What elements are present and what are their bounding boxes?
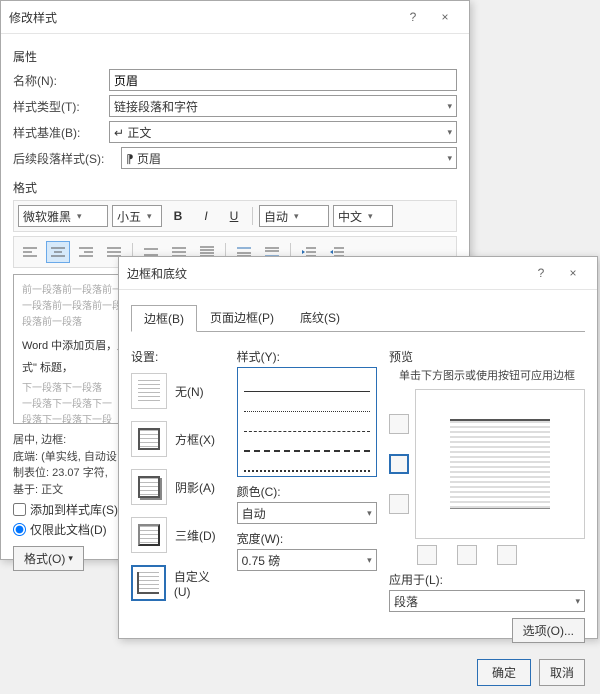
chevron-down-icon: ▾ [447, 153, 452, 164]
follow-value: ⁋ 页眉 [126, 150, 161, 167]
custom-icon [131, 565, 166, 601]
shadow-icon [131, 469, 167, 505]
type-label: 样式类型(T): [13, 98, 101, 115]
font-name-select[interactable]: 微软雅黑▾ [18, 205, 108, 227]
format-label: 格式 [13, 179, 457, 196]
line-style-option[interactable] [244, 378, 370, 392]
align-center-button[interactable] [46, 241, 70, 263]
color-label: 颜色(C): [237, 483, 377, 500]
apply-to-select[interactable]: 段落▾ [389, 590, 585, 612]
border-bottom-toggle[interactable] [389, 494, 409, 514]
font-color-select[interactable]: 自动▾ [259, 205, 329, 227]
setting-box[interactable]: 方框(X) [131, 421, 225, 457]
line-style-option[interactable] [244, 438, 370, 452]
add-to-lib-checkbox[interactable] [13, 503, 26, 516]
chevron-down-icon: ▾ [367, 555, 372, 566]
modify-titlebar: 修改样式 ? × [1, 1, 469, 34]
line-style-option[interactable] [244, 398, 370, 412]
help-button[interactable]: ? [525, 263, 557, 283]
chevron-down-icon: ▾ [447, 127, 452, 138]
setting-3d[interactable]: 三维(D) [131, 517, 225, 553]
chevron-down-icon: ▾ [575, 596, 580, 607]
align-right-button[interactable] [74, 241, 98, 263]
underline-button[interactable]: U [222, 205, 246, 227]
border-left-toggle[interactable] [417, 545, 437, 565]
none-icon [131, 373, 167, 409]
border-title: 边框和底纹 [127, 265, 525, 282]
box-icon [131, 421, 167, 457]
lang-select[interactable]: 中文▾ [333, 205, 393, 227]
border-top-toggle[interactable] [389, 414, 409, 434]
setting-custom[interactable]: 自定义(U) [131, 565, 225, 601]
tab-shading[interactable]: 底纹(S) [287, 304, 353, 331]
border-body: 边框(B) 页面边框(P) 底纹(S) 设置: 无(N) 方框(X) 阴影(A) [119, 290, 597, 651]
type-select[interactable]: 链接段落和字符 ▾ [109, 95, 457, 117]
chevron-down-icon: ▾ [294, 211, 299, 222]
bold-button[interactable]: B [166, 205, 190, 227]
border-right-toggle[interactable] [497, 545, 517, 565]
style-label: 样式(Y): [237, 348, 377, 365]
line-style-option[interactable] [244, 418, 370, 432]
tab-borders[interactable]: 边框(B) [131, 305, 197, 332]
base-value: ↵ 正文 [114, 124, 151, 141]
format-menu-button[interactable]: 格式(O)▾ [13, 546, 84, 571]
type-value: 链接段落和字符 [114, 98, 198, 115]
border-shading-dialog: 边框和底纹 ? × 边框(B) 页面边框(P) 底纹(S) 设置: 无(N) 方… [118, 256, 598, 639]
follow-label: 后续段落样式(S): [13, 150, 113, 167]
preview-hint: 单击下方图示或使用按钮可应用边框 [389, 367, 585, 383]
setting-shadow[interactable]: 阴影(A) [131, 469, 225, 505]
border-footer: 确定 取消 [119, 651, 597, 694]
close-button[interactable]: × [557, 263, 589, 283]
cancel-button[interactable]: 取消 [539, 659, 585, 686]
apply-label: 应用于(L): [389, 571, 585, 588]
chevron-down-icon: ▾ [147, 211, 152, 222]
close-button[interactable]: × [429, 7, 461, 27]
only-doc-radio-input[interactable] [13, 523, 26, 536]
name-label: 名称(N): [13, 72, 101, 89]
chevron-down-icon: ▾ [77, 211, 82, 222]
align-left-button[interactable] [18, 241, 42, 263]
separator [252, 207, 253, 225]
preview-doc-icon [450, 419, 550, 509]
border-hcenter-toggle[interactable] [389, 454, 409, 474]
modify-title: 修改样式 [9, 9, 397, 26]
chevron-down-icon: ▾ [68, 553, 73, 564]
settings-label: 设置: [131, 348, 225, 365]
3d-icon [131, 517, 167, 553]
width-label: 宽度(W): [237, 530, 377, 547]
ok-button[interactable]: 确定 [477, 659, 531, 686]
base-label: 样式基准(B): [13, 124, 101, 141]
follow-select[interactable]: ⁋ 页眉 ▾ [121, 147, 457, 169]
format-toolbar-1: 微软雅黑▾ 小五▾ B I U 自动▾ 中文▾ [13, 200, 457, 232]
name-input[interactable] [109, 69, 457, 91]
base-select[interactable]: ↵ 正文 ▾ [109, 121, 457, 143]
line-style-list[interactable] [237, 367, 377, 477]
border-vcenter-toggle[interactable] [457, 545, 477, 565]
props-label: 属性 [13, 48, 457, 65]
chevron-down-icon: ▾ [367, 508, 372, 519]
border-width-select[interactable]: 0.75 磅▾ [237, 549, 377, 571]
border-titlebar: 边框和底纹 ? × [119, 257, 597, 290]
font-size-select[interactable]: 小五▾ [112, 205, 162, 227]
tab-page-border[interactable]: 页面边框(P) [197, 304, 287, 331]
line-style-option[interactable] [244, 458, 370, 472]
border-color-select[interactable]: 自动▾ [237, 502, 377, 524]
border-tabs: 边框(B) 页面边框(P) 底纹(S) [131, 304, 585, 332]
italic-button[interactable]: I [194, 205, 218, 227]
chevron-down-icon: ▾ [447, 101, 452, 112]
chevron-down-icon: ▾ [368, 211, 373, 222]
help-button[interactable]: ? [397, 7, 429, 27]
options-button[interactable]: 选项(O)... [512, 618, 585, 643]
border-preview[interactable] [415, 389, 585, 539]
setting-none[interactable]: 无(N) [131, 373, 225, 409]
preview-label: 预览 [389, 348, 585, 365]
